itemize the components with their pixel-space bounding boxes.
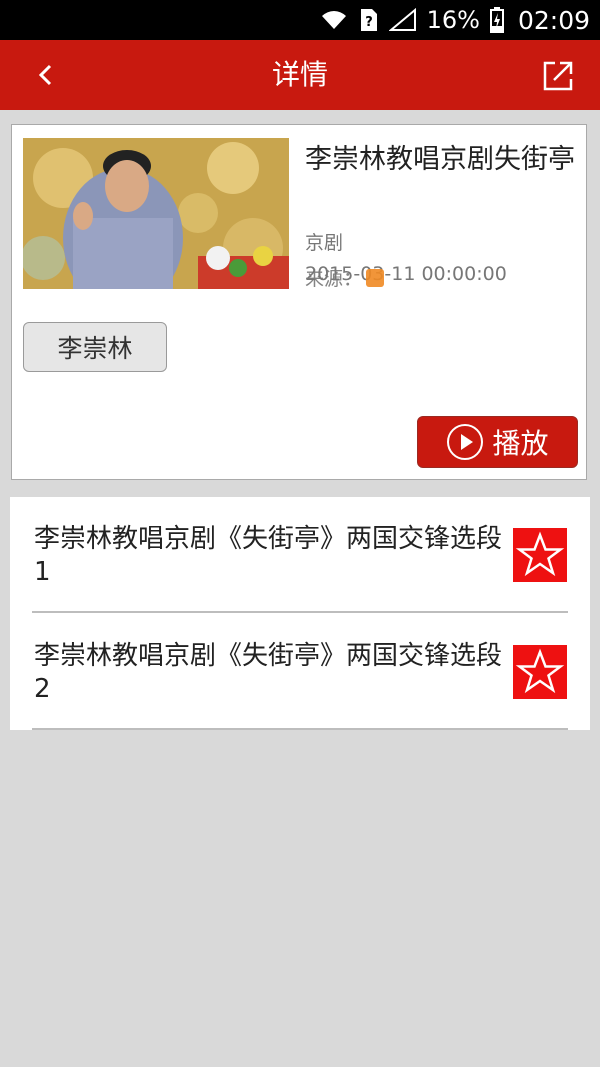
video-thumbnail[interactable] xyxy=(23,138,289,289)
share-button[interactable] xyxy=(540,58,576,94)
divider xyxy=(32,611,568,613)
video-source: 来源： xyxy=(305,264,385,291)
list-item[interactable]: 李崇林教唱京剧《失街亭》两国交锋选段 1 xyxy=(10,497,590,613)
wifi-icon xyxy=(319,9,349,31)
external-share-icon xyxy=(543,61,573,91)
video-category: 京剧 xyxy=(305,232,344,254)
artist-tag-button[interactable]: 李崇林 xyxy=(23,322,167,372)
play-button[interactable]: 播放 xyxy=(417,416,578,468)
cell-signal-icon xyxy=(388,8,417,32)
star-icon xyxy=(515,531,565,577)
svg-text:?: ? xyxy=(365,15,373,30)
play-circle-icon xyxy=(447,424,484,460)
sim-unknown-icon: ? xyxy=(359,7,379,33)
source-logo-icon xyxy=(366,268,385,287)
favorite-button[interactable] xyxy=(513,645,567,699)
battery-percent: 16% xyxy=(426,6,480,34)
episode-title: 李崇林教唱京剧《失街亭》两国交锋选段 2 xyxy=(34,641,503,704)
app-bar: 详情 xyxy=(0,40,600,110)
divider xyxy=(32,728,568,730)
play-label: 播放 xyxy=(492,427,549,460)
status-bar: ? 16% 02:09 xyxy=(0,0,600,40)
battery-charging-icon xyxy=(489,7,504,33)
episode-list: 李崇林教唱京剧《失街亭》两国交锋选段 1 李崇林教唱京剧《失街亭》两国交锋选段 … xyxy=(10,497,590,730)
detail-card: 李崇林教唱京剧失街亭 京剧 2015-03-11 00:00:00 来源： 李崇… xyxy=(11,124,587,480)
page-title: 详情 xyxy=(271,58,328,91)
source-label: 来源： xyxy=(305,268,363,290)
favorite-button[interactable] xyxy=(513,528,567,582)
clock: 02:09 xyxy=(517,5,590,35)
list-item[interactable]: 李崇林教唱京剧《失街亭》两国交锋选段 2 xyxy=(10,614,590,730)
episode-title: 李崇林教唱京剧《失街亭》两国交锋选段 1 xyxy=(34,524,503,587)
star-icon xyxy=(515,648,565,694)
video-title: 李崇林教唱京剧失街亭 xyxy=(305,144,575,175)
